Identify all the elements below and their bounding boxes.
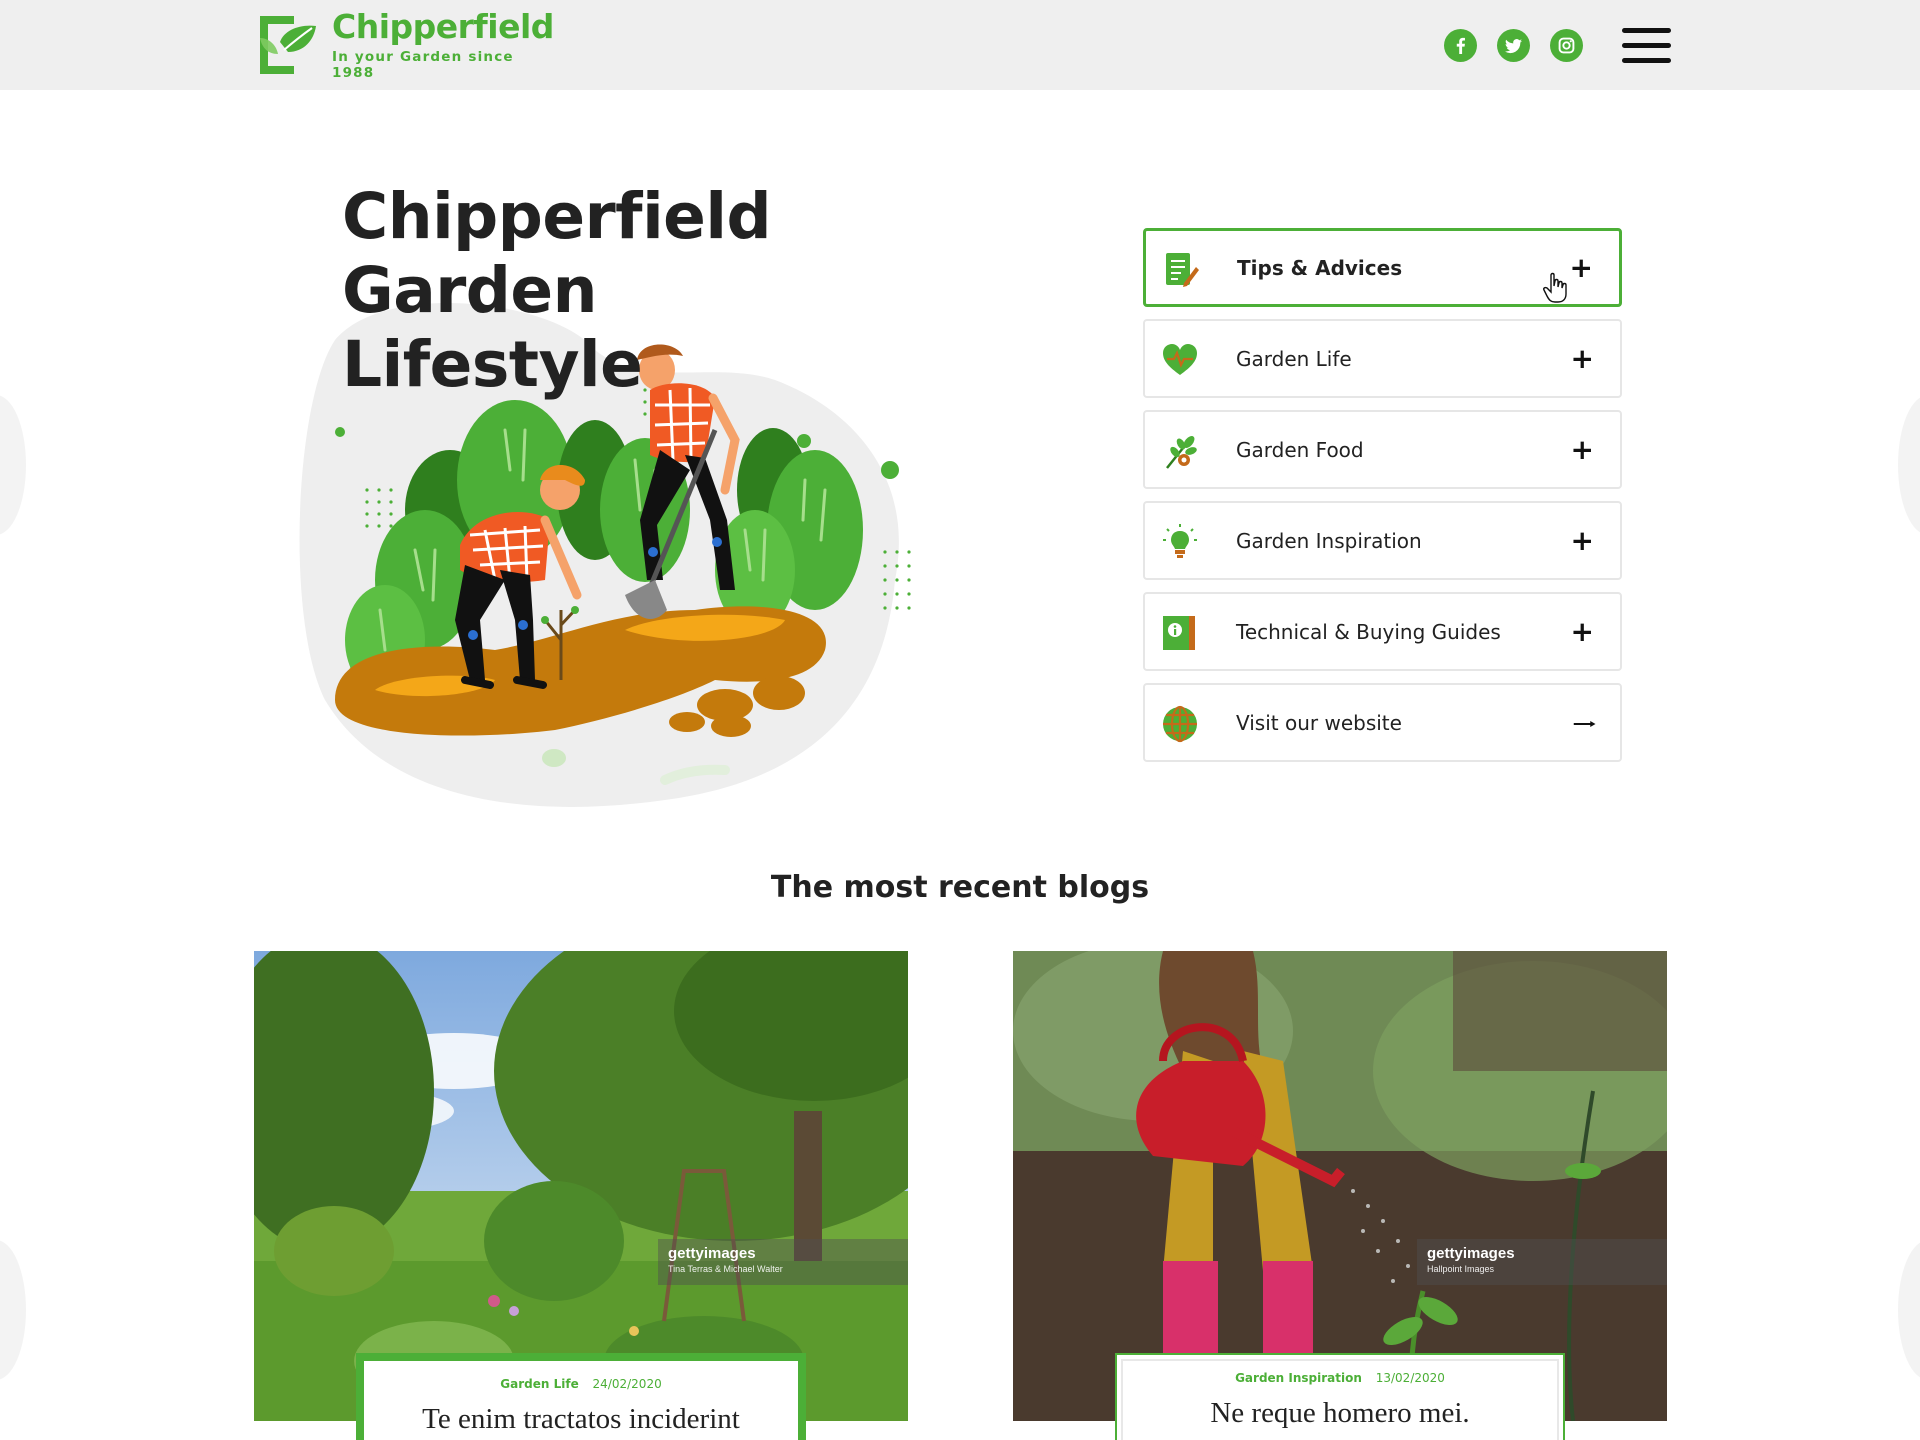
herb-branch-icon — [1166, 436, 1197, 469]
lightbulb-icon — [1163, 524, 1197, 558]
blog-title[interactable]: Te enim tractatos inciderint — [364, 1403, 798, 1436]
menu-item-label: Garden Inspiration — [1236, 528, 1422, 553]
menu-item-technical-buying-guides[interactable]: Technical & Buying Guides + — [1143, 592, 1622, 671]
menu-item-label: Tips & Advices — [1237, 255, 1403, 280]
blog-card[interactable]: Garden Life 24/02/2020 Te enim tractatos… — [356, 1353, 806, 1440]
instagram-icon[interactable] — [1550, 29, 1583, 62]
brand-name: Chipperfield — [332, 7, 554, 46]
menu-item-label: Garden Life — [1236, 346, 1352, 371]
menu-item-label: Visit our website — [1236, 710, 1402, 735]
blog-category[interactable]: Garden Inspiration — [1235, 1371, 1362, 1385]
blog-date: 13/02/2020 — [1375, 1371, 1445, 1385]
hand-cursor-icon — [1543, 272, 1567, 303]
blog-date: 24/02/2020 — [592, 1377, 662, 1391]
menu-item-garden-inspiration[interactable]: Garden Inspiration + — [1143, 501, 1622, 580]
hero-title-line: Chipperfield — [342, 180, 772, 253]
document-pencil-icon — [1166, 253, 1199, 287]
blog-meta: Garden Life 24/02/2020 — [364, 1377, 798, 1391]
recent-blogs-heading: The most recent blogs — [770, 870, 1150, 905]
menu-item-visit-website[interactable]: Visit our website — [1143, 683, 1622, 762]
blog-card[interactable]: Garden Inspiration 13/02/2020 Ne reque h… — [1115, 1353, 1565, 1440]
getty-watermark: gettyimages Hallpoint Images — [1417, 1239, 1667, 1285]
prev-slide-button[interactable] — [0, 395, 26, 535]
blog-image-garden[interactable]: gettyimages Tina Terras & Michael Walter — [254, 951, 908, 1421]
brand-logo[interactable]: Chipperfield In your Garden since 1988 — [254, 7, 554, 81]
prev-blog-button[interactable] — [0, 1240, 26, 1380]
hero-title-line: Garden — [342, 254, 597, 327]
heart-leaf-icon — [1163, 344, 1197, 375]
expand-plus-icon[interactable]: + — [1571, 617, 1594, 646]
blog-title[interactable]: Ne reque homero mei. — [1117, 1397, 1563, 1430]
next-blog-button[interactable] — [1898, 1240, 1920, 1380]
twitter-icon[interactable] — [1497, 29, 1530, 62]
globe-icon — [1163, 705, 1197, 743]
brand-tagline: In your Garden since 1988 — [332, 49, 514, 81]
hamburger-menu-icon[interactable] — [1622, 28, 1671, 64]
expand-plus-icon[interactable]: + — [1571, 435, 1594, 464]
next-slide-button[interactable] — [1898, 395, 1920, 535]
menu-item-label: Garden Food — [1236, 437, 1364, 462]
arrow-right-icon[interactable] — [1570, 721, 1600, 727]
menu-item-garden-food[interactable]: Garden Food + — [1143, 410, 1622, 489]
menu-item-garden-life[interactable]: Garden Life + — [1143, 319, 1622, 398]
facebook-icon[interactable] — [1444, 29, 1477, 62]
expand-plus-icon[interactable]: + — [1571, 526, 1594, 555]
logo-leaf-icon — [254, 12, 324, 78]
expand-plus-icon[interactable]: + — [1570, 253, 1593, 282]
info-book-icon — [1163, 616, 1195, 650]
blog-image-watering[interactable]: gettyimages Hallpoint Images — [1013, 951, 1667, 1421]
getty-watermark: gettyimages Tina Terras & Michael Walter — [658, 1239, 908, 1285]
expand-plus-icon[interactable]: + — [1571, 344, 1594, 373]
menu-item-label: Technical & Buying Guides — [1236, 619, 1501, 644]
hero-title-line: Lifestyle — [342, 328, 643, 401]
blog-meta: Garden Inspiration 13/02/2020 — [1117, 1371, 1563, 1385]
blog-category[interactable]: Garden Life — [500, 1377, 578, 1391]
hero-title: Chipperfield Garden Lifestyle — [342, 180, 862, 402]
top-header: Chipperfield In your Garden since 1988 — [0, 0, 1920, 90]
